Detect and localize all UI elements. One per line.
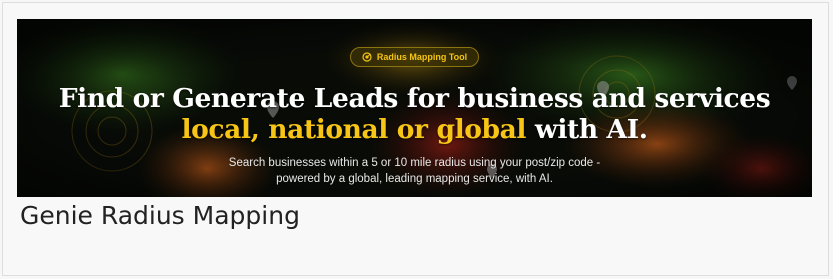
headline-highlight: local, national or global [181,114,527,145]
hero-banner: Radius Mapping Tool Find or Generate Lea… [17,19,812,197]
subtext-line-2: powered by a global, leading mapping ser… [276,173,553,185]
badge-label: Radius Mapping Tool [376,52,468,62]
page-title: Genie Radius Mapping [20,201,300,230]
radius-icon [362,52,372,62]
tool-badge: Radius Mapping Tool [350,47,479,67]
headline-line-1: Find or Generate Leads for business and … [58,83,771,114]
headline-line-2: local, national or global with AI. [17,114,812,145]
headline-line-2-rest: with AI. [526,114,648,145]
hero-content: Radius Mapping Tool Find or Generate Lea… [17,19,812,197]
subtext-line-1: Search businesses within a 5 or 10 mile … [228,157,601,169]
